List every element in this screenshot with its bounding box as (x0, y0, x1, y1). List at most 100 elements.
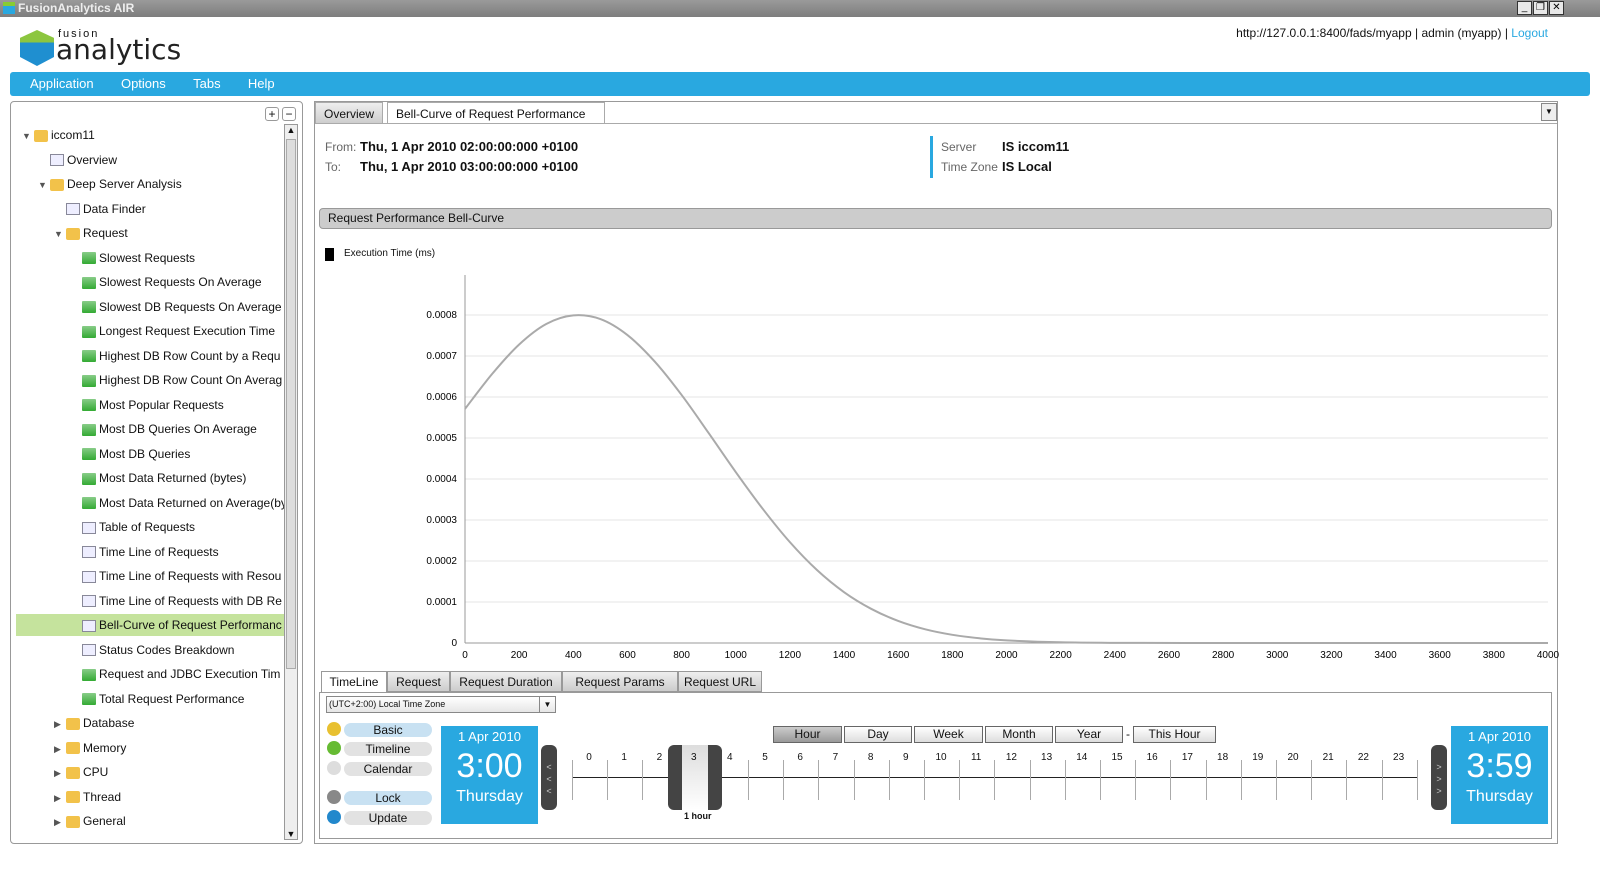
x-tick-label: 3000 (1266, 650, 1289, 661)
x-tick-label: 2600 (1158, 650, 1181, 661)
hour-label: 19 (1252, 752, 1264, 763)
y-tick-label: 0.0004 (426, 474, 457, 485)
x-tick-label: 2200 (1050, 650, 1073, 661)
hour-label: 6 (797, 752, 803, 763)
y-tick-label: 0.0002 (426, 556, 457, 567)
x-tick-label: 1200 (779, 650, 802, 661)
hour-tick (1029, 760, 1031, 800)
hour-label: 4 (727, 752, 733, 763)
hour-tick (853, 760, 855, 800)
hour-label: 21 (1322, 752, 1334, 763)
hour-label: 2 (656, 752, 663, 763)
hour-tick (1064, 760, 1066, 800)
hour-label: 5 (762, 752, 768, 763)
x-tick-label: 200 (511, 650, 528, 661)
timezone-select[interactable]: (UTC+2:00) Local Time Zone ▼ (326, 696, 556, 713)
hour-tick (748, 760, 749, 800)
update-icon (327, 810, 341, 824)
x-tick-label: 3400 (1374, 650, 1397, 661)
hour-tick (1311, 760, 1313, 800)
selection-duration: 1 hour (684, 811, 712, 821)
hour-tick (888, 760, 890, 800)
hour-label: 16 (1146, 752, 1158, 763)
hour-tick (1276, 760, 1277, 800)
x-tick-label: 3800 (1483, 650, 1506, 661)
end-time: 3:59 (1466, 747, 1533, 785)
y-tick-label: 0.0007 (426, 351, 457, 362)
day-button[interactable]: Day (844, 726, 912, 743)
end-date: 1 Apr 2010 (1468, 729, 1531, 744)
y-tick-label: 0.0008 (426, 310, 457, 321)
x-tick-label: 400 (565, 650, 582, 661)
tab-request-url[interactable]: Request URL (678, 671, 762, 692)
start-time-display: 1 Apr 2010 3:00 Thursday (441, 726, 538, 824)
hour-label: 22 (1357, 752, 1369, 763)
update-button[interactable]: Update (344, 811, 432, 825)
hour-tick (1346, 760, 1348, 800)
x-tick-label: 800 (673, 650, 690, 661)
week-button[interactable]: Week (914, 726, 983, 743)
x-tick-label: 3600 (1429, 650, 1452, 661)
year-button[interactable]: Year (1055, 726, 1123, 743)
range-separator: - (1126, 727, 1130, 741)
hour-label: 9 (903, 752, 909, 763)
timeline-button[interactable]: Timeline (344, 742, 432, 756)
hour-label: 15 (1111, 752, 1123, 763)
calendar-icon (327, 761, 341, 775)
month-button[interactable]: Month (985, 726, 1053, 743)
hour-label: 20 (1287, 752, 1299, 763)
y-tick-label: 0.0001 (426, 597, 457, 608)
end-time-display: 1 Apr 2010 3:59 Thursday (1451, 726, 1548, 824)
tab-timeline[interactable]: TimeLine (321, 671, 387, 692)
hour-label: 23 (1393, 752, 1405, 763)
hour-tick (607, 760, 609, 800)
x-tick-label: 1400 (833, 650, 856, 661)
x-tick-label: 2000 (995, 650, 1018, 661)
chevron-down-icon[interactable]: ▼ (539, 697, 555, 712)
hour-tick (1381, 760, 1383, 800)
hour-label: 10 (935, 752, 947, 763)
hour-label: 12 (1005, 752, 1017, 763)
hour-tick (1135, 760, 1137, 800)
basic-icon (327, 722, 341, 736)
hour-label: 11 (970, 752, 982, 763)
x-tick-label: 2800 (1212, 650, 1235, 661)
end-day: Thursday (1466, 788, 1533, 805)
hour-tick (994, 760, 996, 800)
selected-hour: 3 (691, 752, 697, 763)
hour-label: 14 (1076, 752, 1088, 763)
y-tick-label: 0 (451, 638, 457, 649)
hour-tick (642, 760, 644, 800)
hour-label: 18 (1217, 752, 1229, 763)
x-tick-label: 1600 (887, 650, 910, 661)
hour-tick (1205, 760, 1207, 800)
hour-tick (959, 760, 961, 800)
hour-label: 8 (867, 752, 874, 763)
lock-icon (327, 790, 341, 804)
hour-tick (818, 760, 820, 800)
start-date: 1 Apr 2010 (458, 729, 521, 744)
x-tick-label: 2400 (1104, 650, 1127, 661)
tab-request[interactable]: Request (387, 671, 450, 692)
hour-label: 1 (621, 752, 627, 763)
x-tick-label: 1800 (941, 650, 964, 661)
lock-button[interactable]: Lock (344, 791, 432, 805)
scroll-right-button[interactable]: > > > (1431, 745, 1447, 810)
hour-tick (572, 760, 573, 800)
hour-button[interactable]: Hour (773, 726, 842, 743)
this-hour-button[interactable]: This Hour (1133, 726, 1216, 743)
hour-tick (924, 760, 925, 800)
scroll-left-button[interactable]: < < < (541, 745, 557, 810)
x-tick-label: 600 (619, 650, 636, 661)
start-time: 3:00 (456, 747, 523, 785)
hour-tick (783, 760, 785, 800)
timeline-icon (327, 741, 341, 755)
x-tick-label: 0 (462, 650, 468, 661)
hour-tick (1240, 760, 1242, 800)
calendar-button[interactable]: Calendar (344, 762, 432, 776)
tab-request-params[interactable]: Request Params (562, 671, 678, 692)
x-tick-label: 1000 (725, 650, 748, 661)
basic-button[interactable]: Basic (344, 723, 432, 737)
hour-tick (1417, 760, 1418, 800)
tab-request-duration[interactable]: Request Duration (450, 671, 562, 692)
